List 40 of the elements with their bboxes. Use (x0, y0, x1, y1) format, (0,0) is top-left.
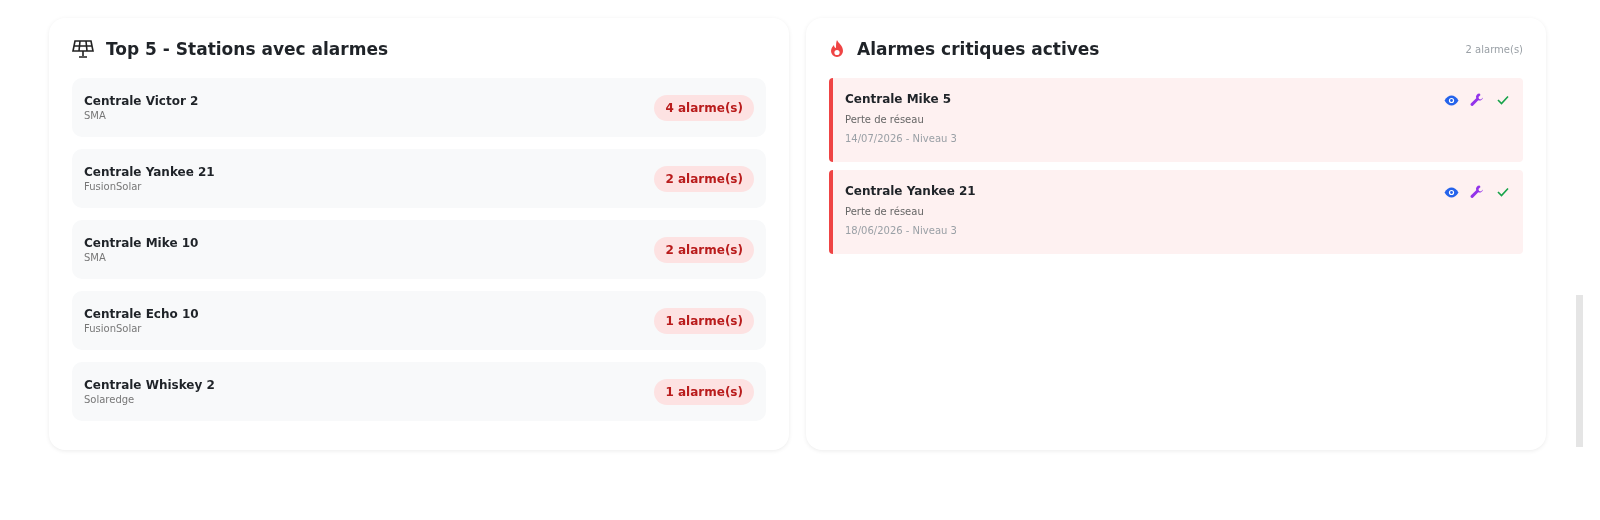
station-vendor: FusionSolar (84, 323, 143, 334)
station-row[interactable]: Centrale Yankee 21 FusionSolar 2 alarme(s) (72, 149, 766, 208)
flame-icon (829, 39, 845, 59)
station-vendor: SMA (84, 110, 107, 121)
alarm-meta: 18/06/2026 - Niveau 3 (845, 225, 958, 236)
station-name: Centrale Mike 10 (84, 236, 199, 250)
station-vendor: SMA (84, 252, 107, 263)
scrollbar[interactable] (1576, 295, 1583, 447)
station-name: Centrale Victor 2 (84, 94, 199, 108)
repair-button[interactable] (1469, 184, 1485, 200)
check-icon (1497, 187, 1509, 197)
eye-icon (1443, 94, 1459, 106)
card-title: Alarmes critiques actives (857, 39, 1101, 59)
station-name: Centrale Yankee 21 (84, 165, 215, 179)
station-name: Centrale Yankee 21 (845, 184, 976, 198)
solar-panel-icon (72, 39, 94, 59)
station-name: Centrale Whiskey 2 (84, 378, 215, 392)
wrench-icon (1470, 185, 1484, 199)
repair-button[interactable] (1469, 92, 1485, 108)
station-vendor: FusionSolar (84, 181, 143, 192)
station-row[interactable]: Centrale Whiskey 2 Solaredge 1 alarme(s) (72, 362, 766, 421)
alarm-count-badge: 4 alarme(s) (654, 94, 754, 121)
station-name: Centrale Echo 10 (84, 307, 199, 321)
wrench-icon (1470, 93, 1484, 107)
station-row[interactable]: Centrale Echo 10 FusionSolar 1 alarme(s) (72, 291, 766, 350)
card-title: Top 5 - Stations avec alarmes (106, 39, 390, 59)
alarm-count-badge: 1 alarme(s) (654, 307, 754, 334)
check-icon (1497, 95, 1509, 105)
alarm-count-badge: 2 alarme(s) (654, 165, 754, 192)
alarm-count: 2 alarme(s) (1465, 43, 1523, 55)
eye-icon (1443, 186, 1459, 198)
alarm-count-badge: 2 alarme(s) (654, 236, 754, 263)
alarm-meta: 14/07/2026 - Niveau 3 (845, 133, 957, 144)
station-name: Centrale Mike 5 (845, 92, 953, 106)
alarm-message: Perte de réseau (845, 114, 925, 125)
station-vendor: Solaredge (84, 394, 136, 405)
alarm-count-badge: 1 alarme(s) (654, 378, 754, 405)
station-row[interactable]: Centrale Victor 2 SMA 4 alarme(s) (72, 78, 766, 137)
alarm-message: Perte de réseau (845, 206, 925, 217)
station-row[interactable]: Centrale Mike 10 SMA 2 alarme(s) (72, 220, 766, 279)
